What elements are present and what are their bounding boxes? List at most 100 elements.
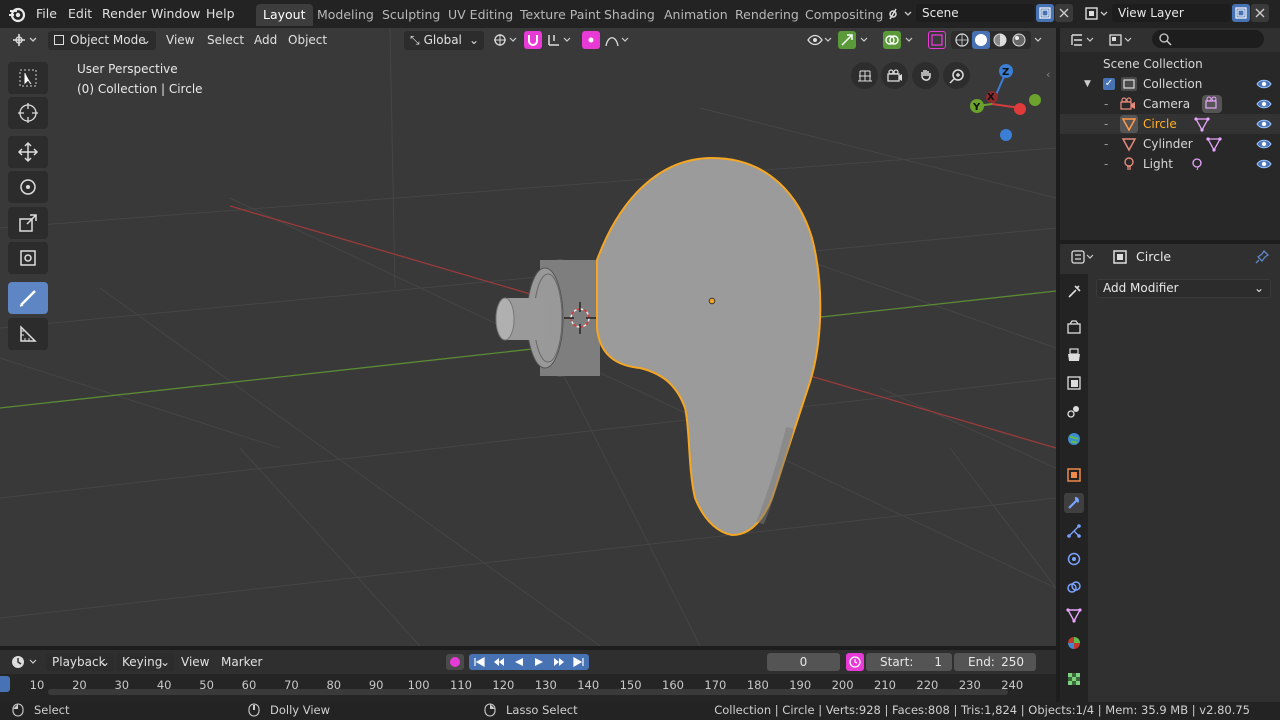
- annotate-tool-icon[interactable]: [8, 282, 48, 314]
- tree-camera[interactable]: - Camera: [1060, 94, 1280, 114]
- playback-menu[interactable]: Playback ⌄: [46, 653, 114, 671]
- snap-element-icon[interactable]: [546, 32, 578, 48]
- tab-rendering[interactable]: Rendering: [728, 4, 806, 26]
- tab-compositing[interactable]: Compositing: [798, 4, 890, 26]
- jump-start-icon[interactable]: [469, 654, 489, 670]
- overlays-dropdown-icon[interactable]: [903, 32, 917, 48]
- marker-menu[interactable]: Marker: [221, 653, 262, 671]
- eye-icon[interactable]: [1256, 157, 1272, 171]
- start-frame-field[interactable]: Start: 1: [866, 653, 952, 671]
- texture-tab-icon[interactable]: [1064, 669, 1084, 689]
- modifier-tab-icon[interactable]: [1064, 493, 1084, 513]
- gizmo-toggle-icon[interactable]: [838, 31, 856, 49]
- visibility-icon[interactable]: [806, 32, 834, 48]
- keying-menu[interactable]: Keying ⌄: [116, 653, 174, 671]
- eye-icon[interactable]: [1256, 77, 1272, 91]
- tree-collection[interactable]: ▼ ✓ Collection: [1060, 74, 1280, 94]
- add-modifier-dropdown[interactable]: Add Modifier ⌄: [1096, 279, 1271, 298]
- expand-arrow-icon[interactable]: ▼: [1084, 74, 1091, 94]
- mesh-data-icon[interactable]: [1206, 136, 1222, 152]
- scene-icon[interactable]: [887, 5, 915, 23]
- blender-logo-icon[interactable]: [8, 5, 26, 23]
- xray-toggle-icon[interactable]: [928, 31, 946, 49]
- tree-circle[interactable]: - Circle: [1060, 114, 1280, 134]
- tab-modeling[interactable]: Modeling: [310, 4, 381, 26]
- gizmo-dropdown-icon[interactable]: [858, 32, 872, 48]
- tool-tab-icon[interactable]: [1064, 282, 1084, 302]
- tree-scene-collection[interactable]: Scene Collection: [1060, 54, 1280, 74]
- properties-editor-icon[interactable]: [1070, 249, 1098, 265]
- solid-shading-icon[interactable]: [972, 31, 990, 49]
- tab-shading[interactable]: Shading: [597, 4, 662, 26]
- tree-light[interactable]: - Light: [1060, 154, 1280, 174]
- new-view-layer-icon[interactable]: [1232, 4, 1250, 22]
- 3d-viewport[interactable]: [0, 28, 1056, 646]
- measure-tool-icon[interactable]: [8, 318, 48, 350]
- end-frame-field[interactable]: End: 250: [954, 653, 1036, 671]
- eye-icon[interactable]: [1256, 97, 1272, 111]
- play-icon[interactable]: [529, 654, 549, 670]
- next-keyframe-icon[interactable]: [549, 654, 569, 670]
- menu-file[interactable]: File: [36, 6, 57, 21]
- playhead[interactable]: [0, 676, 10, 692]
- light-data-icon[interactable]: [1189, 156, 1205, 172]
- tree-cylinder[interactable]: - Cylinder: [1060, 134, 1280, 154]
- tab-sculpting[interactable]: Sculpting: [375, 4, 447, 26]
- particles-tab-icon[interactable]: [1064, 521, 1084, 541]
- circle-object[interactable]: [596, 156, 822, 537]
- cylinder-object[interactable]: [495, 259, 600, 377]
- object-menu[interactable]: Object: [282, 31, 333, 50]
- snap-magnet-icon[interactable]: [524, 31, 542, 49]
- delete-scene-icon[interactable]: [1055, 4, 1073, 22]
- editor-type-icon[interactable]: [10, 31, 40, 49]
- mode-select[interactable]: Object Mode ⌄: [48, 31, 156, 50]
- orientation-select[interactable]: ⤡ Global ⌄: [404, 31, 484, 50]
- camera-data-icon[interactable]: [1202, 95, 1222, 113]
- jump-end-icon[interactable]: [569, 654, 589, 670]
- camera-view-icon[interactable]: [881, 62, 908, 89]
- outliner-search-input[interactable]: [1152, 30, 1264, 48]
- falloff-icon[interactable]: [604, 32, 634, 48]
- move-tool-icon[interactable]: [8, 136, 48, 168]
- menu-render[interactable]: Render: [102, 6, 147, 21]
- add-menu[interactable]: Add: [248, 31, 283, 50]
- tab-uv-editing[interactable]: UV Editing: [441, 4, 520, 26]
- checkbox-icon[interactable]: ✓: [1103, 78, 1115, 90]
- constraints-tab-icon[interactable]: [1064, 577, 1084, 597]
- scale-tool-icon[interactable]: [8, 207, 48, 239]
- menu-window[interactable]: Window: [151, 6, 200, 21]
- play-reverse-icon[interactable]: [509, 654, 529, 670]
- prev-keyframe-icon[interactable]: [489, 654, 509, 670]
- preview-range-icon[interactable]: [846, 653, 864, 671]
- world-tab-icon[interactable]: [1064, 429, 1084, 449]
- tab-animation[interactable]: Animation: [657, 4, 735, 26]
- outliner-editor-icon[interactable]: [1070, 32, 1098, 48]
- wireframe-shading-icon[interactable]: [954, 32, 970, 48]
- scene-field[interactable]: Scene: [916, 4, 1034, 22]
- view-menu[interactable]: View: [160, 31, 200, 50]
- shading-dropdown-icon[interactable]: [1032, 32, 1046, 48]
- select-box-tool-icon[interactable]: [8, 62, 48, 94]
- tab-layout[interactable]: Layout: [256, 4, 313, 26]
- new-scene-icon[interactable]: [1036, 4, 1054, 22]
- object-tab-icon[interactable]: [1064, 465, 1084, 485]
- view-layer-icon[interactable]: [1084, 5, 1112, 23]
- grid-view-icon[interactable]: [851, 62, 878, 89]
- delete-view-layer-icon[interactable]: [1251, 4, 1269, 22]
- tab-texture-paint[interactable]: Texture Paint: [513, 4, 608, 26]
- timeline-scrollbar[interactable]: [48, 689, 1008, 695]
- pan-hand-icon[interactable]: [912, 62, 939, 89]
- physics-tab-icon[interactable]: [1064, 549, 1084, 569]
- rotate-tool-icon[interactable]: [8, 171, 48, 203]
- scene-tab-icon[interactable]: [1064, 401, 1084, 421]
- data-tab-icon[interactable]: [1064, 605, 1084, 625]
- eye-icon[interactable]: [1256, 117, 1272, 131]
- pivot-icon[interactable]: [492, 32, 520, 48]
- timeline-editor-icon[interactable]: [10, 654, 40, 670]
- view-layer-field[interactable]: View Layer: [1112, 4, 1230, 22]
- collapse-arrow-icon[interactable]: ‹: [1046, 68, 1050, 81]
- mesh-data-icon[interactable]: [1194, 116, 1210, 132]
- render-tab-icon[interactable]: [1064, 317, 1084, 337]
- record-button[interactable]: [446, 654, 464, 670]
- material-tab-icon[interactable]: [1064, 633, 1084, 653]
